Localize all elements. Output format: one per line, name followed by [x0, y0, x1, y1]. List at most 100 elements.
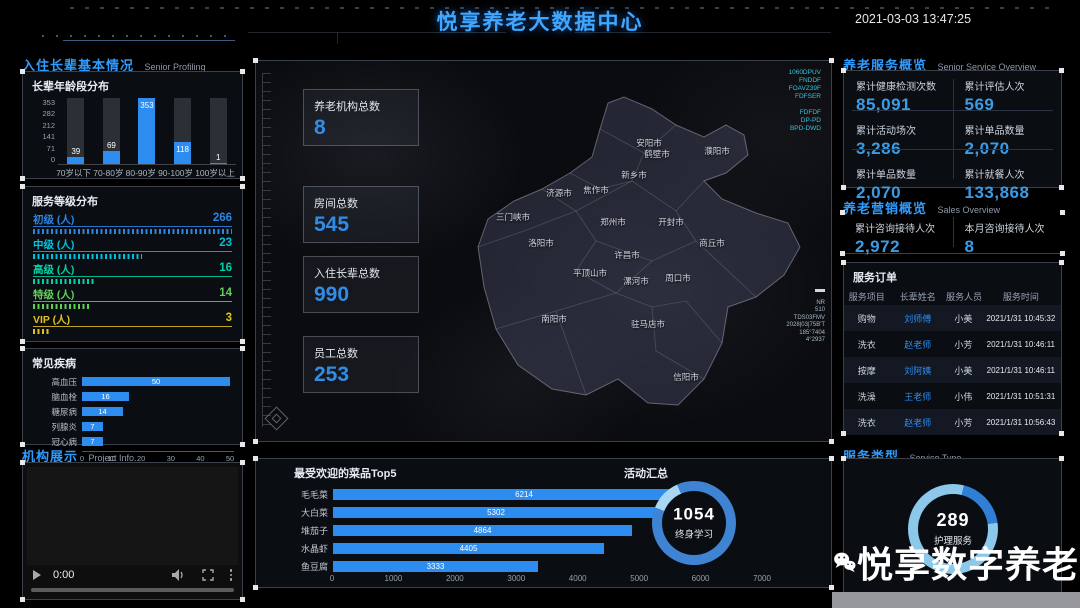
bar: 14 — [82, 407, 123, 416]
volume-icon[interactable] — [172, 569, 186, 581]
order-item: 购物 — [844, 312, 890, 325]
bar: 7 — [82, 422, 103, 431]
bar-value: 1 — [210, 153, 227, 162]
disease-bar-track: 50 — [82, 377, 242, 386]
video-scrubber[interactable] — [31, 588, 234, 592]
corner-handle — [253, 439, 258, 444]
stat-label: 累计评估人次 — [965, 78, 1050, 93]
elder-name: 王老师 — [890, 390, 946, 403]
corner-handle — [20, 442, 25, 447]
dish-label: 毛毛菜 — [270, 488, 333, 501]
service-level-row: 中级 (人)23 — [33, 237, 232, 259]
level-value: 16 — [219, 262, 232, 276]
city-label: 平顶山市 — [573, 267, 607, 279]
stat-cell: 累计咨询接待人次2,972 — [843, 213, 953, 257]
corner-handle — [840, 210, 845, 215]
stat-label: 入住长辈总数 — [314, 265, 408, 281]
y-tick: 282 — [29, 109, 55, 118]
bar-track: 39 — [67, 98, 84, 164]
hud-line: FNDDF — [788, 77, 821, 85]
video-menu-icon[interactable] — [230, 569, 233, 581]
y-tick: 71 — [29, 144, 55, 153]
bar-track: 1 — [210, 98, 227, 164]
dish-label: 大白菜 — [270, 506, 333, 519]
city-label: 济源市 — [546, 187, 572, 199]
service-level-row: 高级 (人) 16 — [33, 262, 232, 284]
city-label: 信阳市 — [673, 371, 699, 383]
level-label: 高级 (人) — [33, 262, 74, 276]
dish-label: 堆茄子 — [270, 524, 333, 537]
x-tick: 7000 — [753, 574, 771, 583]
corner-handle — [20, 184, 25, 189]
corner-handle — [240, 460, 245, 465]
x-category: 100岁以上 — [195, 167, 235, 179]
bar: 3333 — [333, 561, 538, 572]
corner-handle — [20, 339, 25, 344]
timestamp: 2021-03-03 13:47:25 — [855, 12, 971, 26]
corner-handle — [841, 431, 846, 436]
bar-value: 118 — [174, 145, 191, 154]
city-label: 焦作市 — [583, 184, 609, 196]
city-label: 郑州市 — [600, 216, 626, 228]
bar-track: 69 — [103, 98, 120, 164]
x-tick: 3000 — [507, 574, 525, 583]
bar: 6214 — [333, 489, 715, 500]
level-line — [33, 326, 232, 327]
level-label: 特级 (人) — [33, 287, 74, 301]
service-overview-panel: 累计健康检测次数85,091累计评估人次569累计活动场次3,286累计单品数量… — [843, 70, 1062, 188]
corner-handle — [1059, 185, 1064, 190]
service-time: 2021/1/31 10:51:31 — [981, 392, 1061, 401]
hud-line: 4°2937 — [786, 337, 825, 345]
staff-name: 小伟 — [946, 390, 981, 403]
disease-row: 糖尿病14 — [31, 404, 242, 419]
age-chart-title: 长辈年龄段分布 — [23, 72, 242, 94]
bar: 4405 — [333, 543, 604, 554]
corner-handle — [240, 176, 245, 181]
column-header: 服务项目 — [844, 290, 890, 303]
order-item: 洗衣 — [844, 338, 890, 351]
table-row: 洗衣赵老师小芳2021/1/31 10:56:43 — [844, 409, 1061, 435]
stat-value: 8 — [965, 237, 1051, 257]
fullscreen-icon[interactable] — [202, 569, 214, 581]
corner-handle — [240, 69, 245, 74]
bar-value: 353 — [138, 101, 155, 110]
corner-handle — [1059, 260, 1064, 265]
order-item: 按摩 — [844, 364, 890, 377]
orders-table-header: 服务项目长辈姓名服务人员服务时间 — [844, 287, 1061, 305]
level-line — [33, 251, 232, 252]
x-tick: 4000 — [569, 574, 587, 583]
level-line — [33, 301, 232, 302]
stat-value: 2,972 — [855, 237, 941, 257]
service-level-row: 初级 (人)266 — [33, 212, 232, 234]
map-stat-card: 房间总数545 — [303, 186, 419, 243]
hud-line: FDFSER — [788, 93, 821, 101]
activity-label: 终身学习 — [652, 526, 736, 540]
orders-table-body: 购物刘师傅小美2021/1/31 10:45:32洗衣赵老师小芳2021/1/3… — [844, 305, 1061, 435]
stat-label: 累计健康检测次数 — [856, 78, 941, 93]
age-chart-categories: 70岁以下70-80岁80-90岁90-100岁100岁以上 — [55, 167, 236, 179]
x-tick: 0 — [330, 574, 334, 583]
activity-value: 1054 — [652, 504, 736, 524]
bar-track: 353 — [138, 98, 155, 164]
corner-handle — [841, 185, 846, 190]
video-display[interactable] — [27, 467, 238, 565]
elder-name: 刘师傅 — [890, 312, 946, 325]
disease-row: 高血压50 — [31, 374, 242, 389]
play-button-icon[interactable] — [33, 570, 41, 580]
city-label: 开封市 — [658, 216, 684, 228]
service-level-rows: 初级 (人)266中级 (人)23高级 (人)16特级 (人)14VIP (人)… — [23, 212, 242, 334]
elder-name: 赵老师 — [890, 338, 946, 351]
table-row: 洗衣赵老师小芳2021/1/31 10:46:11 — [844, 331, 1061, 357]
table-row: 洗澡王老师小伟2021/1/31 10:51:31 — [844, 383, 1061, 409]
level-line — [33, 276, 232, 277]
orders-panel: 服务订单 服务项目长辈姓名服务人员服务时间 购物刘师傅小美2021/1/31 1… — [843, 262, 1062, 434]
corner-handle — [841, 260, 846, 265]
corner-handle — [253, 585, 258, 590]
watermark-text: 悦享数字养老 — [857, 536, 1079, 588]
header-underline-decoration — [63, 40, 235, 41]
disease-label: 脑血栓 — [31, 391, 82, 403]
corner-handle — [1060, 210, 1065, 215]
bar: 7 — [82, 437, 103, 446]
hud-line: 510 — [786, 307, 825, 315]
level-dash-bar — [33, 304, 89, 309]
